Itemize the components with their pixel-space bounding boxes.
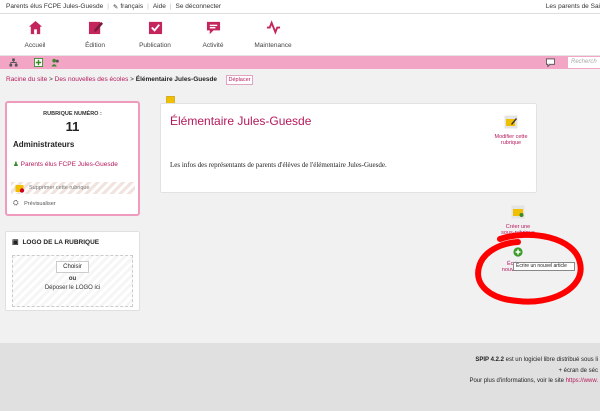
logo-title-text: LOGO DE LA RUBRIQUE — [22, 239, 100, 246]
footer: SPIP 4.2.2 est un logiciel libre distrib… — [0, 343, 600, 411]
nav-item-publication[interactable]: Publication — [128, 20, 182, 49]
tooltip: Écrire un nouvel article — [513, 262, 575, 271]
info-text: Pour plus d'informations, voir le site — [469, 378, 566, 384]
preview-button[interactable]: ⛭ Prévisualiser — [13, 200, 56, 208]
spip-version: SPIP 4.2.2 — [475, 357, 504, 363]
edit-folder-icon — [504, 115, 518, 129]
breadcrumb-parent[interactable]: Des nouvelles des écoles — [55, 76, 129, 83]
drop-logo-text: Déposer le LOGO ici — [44, 285, 101, 291]
choose-file-button[interactable]: Choisir — [56, 261, 89, 273]
rubrique-info-box: RUBRIQUE NUMÉRO : 11 Administrateurs ♟ P… — [5, 101, 140, 216]
preview-label: Prévisualiser — [24, 201, 56, 207]
help-link[interactable]: Aide — [153, 3, 166, 10]
nav-item-activite[interactable]: Activité — [186, 20, 240, 49]
main-navigation: Accueil Édition Publication Activité Mai… — [0, 14, 600, 56]
quick-toolbar: Recherch — [0, 56, 600, 69]
admin-user-link[interactable]: ♟ Parents élus FCPE Jules-Guesde — [13, 160, 118, 168]
rubrique-number-label: RUBRIQUE NUMÉRO : — [43, 111, 102, 117]
publication-icon — [148, 21, 162, 35]
breadcrumb-separator: > — [128, 76, 136, 83]
footer-security-line: + écran de séc — [558, 368, 598, 374]
comments-icon[interactable] — [546, 58, 555, 67]
rubrique-description: Les infos des représentants de parents d… — [170, 161, 387, 169]
move-button[interactable]: Déplacer — [226, 75, 253, 85]
delete-rubrique-button[interactable]: Supprimer cette rubrique — [11, 182, 135, 194]
footer-spip-line: SPIP 4.2.2 est un logiciel libre distrib… — [475, 357, 598, 363]
nav-item-label: Publication — [139, 42, 171, 49]
site-name-link[interactable]: Parents élus FCPE Jules-Guesde — [6, 3, 103, 10]
delete-folder-icon — [15, 185, 25, 193]
site-link-right[interactable]: Les parents de Sai — [546, 3, 600, 10]
language-link[interactable]: français — [120, 3, 143, 10]
nav-item-label: Activité — [202, 42, 224, 49]
separator: | — [147, 3, 149, 10]
rubrique-content-card: Élémentaire Jules-Guesde Les infos des r… — [160, 103, 537, 193]
breadcrumb-current: Élémentaire Jules-Guesde — [135, 76, 218, 83]
logo-title: ▣ LOGO DE LA RUBRIQUE — [12, 238, 99, 246]
image-icon: ▣ — [12, 239, 19, 246]
preview-icon: ⛭ — [13, 200, 19, 207]
edit-label-2: rubrique — [500, 140, 522, 146]
spip-link[interactable]: https://www. — [566, 378, 598, 384]
nav-item-edition[interactable]: Édition — [68, 20, 122, 49]
new-folder-icon — [511, 205, 525, 219]
or-text: ou — [68, 276, 77, 282]
create-sub-label-2: sous-rubrique — [501, 230, 535, 236]
add-icon[interactable] — [34, 58, 43, 67]
users-icon[interactable] — [51, 58, 60, 67]
breadcrumb-root[interactable]: Racine du site — [6, 76, 47, 83]
admins-title: Administrateurs — [13, 140, 75, 149]
logo-dropzone[interactable]: Choisir ou Déposer le LOGO ici — [12, 255, 133, 307]
plus-circle-icon — [513, 247, 523, 257]
separator: | — [169, 3, 172, 10]
user-icon: ♟ — [13, 161, 19, 168]
license-text: est un logiciel libre distribué sous li — [503, 357, 598, 363]
nav-item-label: Édition — [85, 42, 105, 49]
activity-icon — [206, 21, 220, 35]
nav-item-maintenance[interactable]: Maintenance — [246, 20, 300, 49]
edit-rubrique-button[interactable]: Modifier cette rubrique — [492, 115, 530, 146]
language-icon: ✎ — [112, 3, 119, 11]
rubrique-title: Élémentaire Jules-Guesde — [170, 114, 312, 128]
nav-item-label: Maintenance — [254, 42, 292, 49]
nav-item-accueil[interactable]: Accueil — [8, 20, 62, 49]
delete-label: Supprimer cette rubrique — [29, 185, 90, 191]
admin-user-name[interactable]: Parents élus FCPE Jules-Guesde — [21, 161, 118, 168]
rubrique-number: 11 — [65, 119, 80, 134]
breadcrumb: Racine du site > Des nouvelles des école… — [6, 76, 217, 83]
sitemap-icon[interactable] — [9, 58, 18, 67]
create-subrubrique-button[interactable]: Créer une sous-rubrique — [498, 205, 538, 236]
breadcrumb-separator: > — [47, 76, 55, 83]
nav-item-label: Accueil — [24, 42, 46, 49]
maintenance-icon — [266, 20, 280, 35]
logo-box: ▣ LOGO DE LA RUBRIQUE Choisir ou Déposer… — [5, 231, 140, 311]
logout-link[interactable]: Se déconnecter — [176, 3, 222, 10]
edit-icon — [88, 21, 103, 35]
separator: | — [107, 3, 109, 10]
home-icon — [28, 20, 42, 35]
footer-info-line: Pour plus d'informations, voir le site h… — [469, 378, 598, 384]
top-bar: Parents élus FCPE Jules-Guesde | ✎ franç… — [0, 0, 600, 14]
search-input[interactable]: Recherch — [568, 57, 600, 68]
